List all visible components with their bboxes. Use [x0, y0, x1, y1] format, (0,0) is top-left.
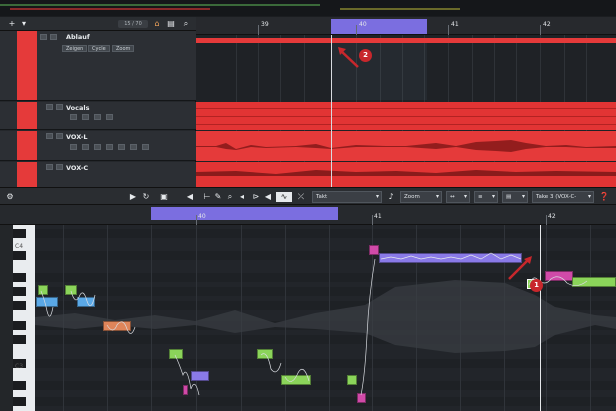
- track-name: Vocals: [66, 104, 90, 112]
- zoom-button[interactable]: Zoom: [112, 45, 135, 52]
- quantize-icon[interactable]: ♪: [386, 192, 396, 202]
- track-counter: 15 / 70: [118, 20, 148, 28]
- key-label: C3: [15, 363, 24, 370]
- mute-icon[interactable]: [46, 104, 53, 110]
- edit-icon[interactable]: [130, 144, 137, 150]
- pitch-curves: [40, 252, 588, 396]
- mute-icon[interactable]: [46, 164, 53, 170]
- solo-icon[interactable]: [50, 34, 57, 40]
- read-icon[interactable]: [94, 144, 101, 150]
- track-vocals[interactable]: Vocals: [0, 102, 196, 130]
- monitor-icon[interactable]: [82, 144, 89, 150]
- solo-icon[interactable]: [56, 104, 63, 110]
- bar-label: 41: [451, 21, 459, 28]
- track-color-strip: [17, 31, 37, 100]
- speaker-icon[interactable]: ◀: [185, 192, 195, 202]
- add-track-icon[interactable]: +: [6, 19, 18, 29]
- editor-toolbar: ⚙ ▶ ↻ ▣ ◀ ⊢ ✎ ⌕ ◂ ⊳ ◀ ∿ ⤫ Takt ▾ ♪ Zoom ▾ …: [0, 187, 616, 205]
- grid-dropdown[interactable]: Takt ▾: [312, 191, 382, 203]
- cycle-range[interactable]: [151, 207, 338, 220]
- pitch-editor-area[interactable]: 1: [35, 225, 616, 411]
- editor-ruler[interactable]: 40 41 42: [0, 205, 616, 225]
- take-dropdown[interactable]: Take 3 (VOX-C- ▾: [532, 191, 594, 203]
- lanes-dropdown[interactable]: ≡ ▾: [474, 191, 498, 203]
- solo-icon[interactable]: [56, 133, 63, 139]
- playhead[interactable]: [540, 225, 541, 411]
- project-toolbar: + ▾ 15 / 70 ⌂ ▤ ⌕: [0, 17, 196, 31]
- width-dropdown[interactable]: ↔ ▾: [446, 191, 470, 203]
- pencil-icon[interactable]: ✎: [213, 192, 223, 202]
- loop-icon[interactable]: ↻: [140, 192, 152, 202]
- play-icon[interactable]: ▶: [128, 192, 138, 202]
- record-icon[interactable]: [70, 144, 77, 150]
- daw-window: + ▾ 15 / 70 ⌂ ▤ ⌕ 39 40 41 42 Ablauf Zei…: [0, 0, 616, 411]
- track-color-strip: [17, 131, 37, 160]
- cycle-button[interactable]: Cycle: [88, 45, 110, 52]
- monitor-icon[interactable]: [82, 114, 89, 120]
- audio-event-vox-l[interactable]: [196, 131, 616, 161]
- waveform: [196, 140, 616, 152]
- marker-icon[interactable]: ⊳: [251, 192, 261, 202]
- layers-dropdown[interactable]: ▤ ▾: [502, 191, 528, 203]
- zeigen-button[interactable]: Zeigen: [62, 45, 88, 52]
- bar-label: 41: [374, 213, 382, 220]
- editor-left-strip: [0, 225, 13, 411]
- track-name: VOX-L: [66, 133, 88, 141]
- edit-icon[interactable]: [106, 114, 113, 120]
- bar-label: 39: [261, 21, 269, 28]
- settings-icon[interactable]: ⚙: [5, 192, 15, 202]
- piano-keyboard[interactable]: C4 C3: [13, 225, 35, 411]
- folder-event-vocals[interactable]: [196, 102, 616, 130]
- track-ablauf[interactable]: Ablauf Zeigen Cycle Zoom: [0, 31, 196, 101]
- home-icon[interactable]: ⌂: [152, 19, 162, 29]
- snap-icon[interactable]: ⤫: [294, 192, 308, 202]
- magnifier-icon[interactable]: ⌕: [225, 192, 235, 202]
- bar-label: 42: [543, 21, 551, 28]
- warp-icon[interactable]: ∿: [276, 192, 292, 202]
- bar-label: 42: [548, 213, 556, 220]
- list-icon[interactable]: ▤: [165, 19, 177, 29]
- lane-icon[interactable]: [118, 144, 125, 150]
- track-vox-l[interactable]: VOX-L: [0, 131, 196, 161]
- channel-icon[interactable]: [142, 144, 149, 150]
- track-color-strip: [17, 102, 37, 129]
- key-label: C4: [15, 243, 24, 250]
- bar-label: 40: [198, 213, 206, 220]
- annotation-badge: 1: [530, 279, 543, 292]
- annotation-badge: 2: [359, 49, 372, 62]
- mute-icon[interactable]: [40, 34, 47, 40]
- insert-icon[interactable]: ▣: [158, 192, 170, 202]
- zoom-dropdown[interactable]: Zoom ▾: [400, 191, 442, 203]
- top-overview-strip: [0, 0, 616, 16]
- project-ruler[interactable]: 39 40 41 42: [196, 17, 616, 35]
- write-icon[interactable]: [106, 144, 113, 150]
- audition-icon[interactable]: ◂: [237, 192, 247, 202]
- track-name: VOX-C: [66, 164, 89, 172]
- cycle-range[interactable]: [331, 19, 427, 34]
- search-icon[interactable]: ⌕: [180, 19, 192, 29]
- bar-label: 40: [359, 21, 367, 28]
- track-vox-c[interactable]: VOX-C: [0, 162, 196, 190]
- help-icon[interactable]: ❓: [598, 192, 610, 202]
- track-name: Ablauf: [66, 33, 90, 41]
- mute-icon[interactable]: [46, 133, 53, 139]
- track-color-strip: [17, 162, 37, 189]
- solo-icon[interactable]: [56, 164, 63, 170]
- volume-icon[interactable]: ◀: [263, 192, 273, 202]
- folder-icon[interactable]: ▾: [18, 19, 30, 29]
- track-list: Ablauf Zeigen Cycle Zoom Vocals VOX-L VO…: [0, 31, 196, 213]
- record-icon[interactable]: [70, 114, 77, 120]
- lane-icon[interactable]: [94, 114, 101, 120]
- pointer-icon[interactable]: ⊢: [202, 192, 212, 202]
